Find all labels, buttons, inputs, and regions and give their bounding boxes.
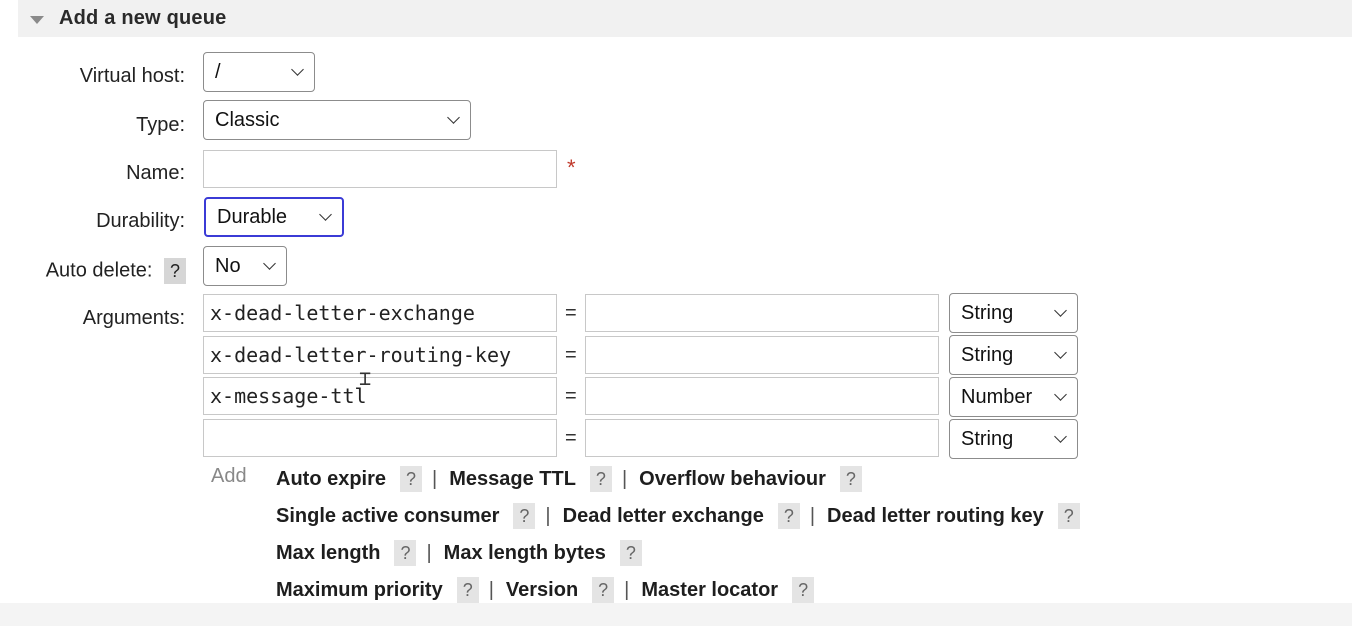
chevron-down-icon bbox=[319, 208, 332, 221]
help-icon[interactable]: ? bbox=[456, 577, 479, 603]
help-icon[interactable]: ? bbox=[839, 466, 862, 492]
separator: | bbox=[426, 541, 432, 564]
auto-delete-label-group: Auto delete: ? bbox=[46, 258, 186, 284]
argument-key-input[interactable]: x-dead-letter-routing-key bbox=[203, 336, 557, 374]
separator: | bbox=[545, 504, 551, 527]
text-cursor-icon: ⌶ bbox=[359, 366, 372, 390]
chevron-down-icon bbox=[447, 111, 460, 124]
shortcut-row: Single active consumer ? | Dead letter e… bbox=[276, 503, 1080, 529]
equals-sign: = bbox=[565, 344, 577, 366]
argument-value-input[interactable] bbox=[585, 419, 939, 457]
help-icon[interactable]: ? bbox=[777, 503, 800, 529]
shortcut-auto-expire[interactable]: Auto expire bbox=[276, 468, 386, 491]
help-icon[interactable]: ? bbox=[400, 466, 423, 492]
auto-delete-help-icon[interactable]: ? bbox=[164, 258, 186, 284]
type-select[interactable]: Classic bbox=[203, 100, 471, 140]
durability-label: Durability: bbox=[96, 210, 185, 232]
argument-type-value: Number bbox=[961, 385, 1033, 408]
type-value: Classic bbox=[215, 108, 280, 131]
virtual-host-label: Virtual host: bbox=[79, 65, 185, 87]
chevron-down-icon bbox=[263, 257, 276, 270]
shortcut-row: Auto expire ? | Message TTL ? | Overflow… bbox=[276, 466, 862, 492]
argument-type-select[interactable]: String bbox=[949, 335, 1078, 375]
bottom-bar bbox=[0, 603, 1352, 626]
shortcut-single-active-consumer[interactable]: Single active consumer bbox=[276, 505, 499, 528]
chevron-down-icon bbox=[1054, 388, 1067, 401]
required-asterisk: * bbox=[567, 155, 576, 180]
argument-type-value: String bbox=[961, 427, 1014, 450]
shortcut-dead-letter-exchange[interactable]: Dead letter exchange bbox=[563, 505, 764, 528]
argument-value-input[interactable] bbox=[585, 336, 939, 374]
chevron-down-icon bbox=[291, 63, 304, 76]
separator: | bbox=[621, 467, 628, 490]
argument-type-value: String bbox=[961, 343, 1014, 366]
equals-sign: = bbox=[565, 385, 577, 407]
separator: | bbox=[488, 578, 494, 601]
help-icon[interactable]: ? bbox=[589, 466, 612, 492]
auto-delete-value: No bbox=[215, 254, 241, 277]
help-icon[interactable]: ? bbox=[592, 577, 615, 603]
auto-delete-label: Auto delete: bbox=[45, 259, 153, 282]
section-title: Add a new queue bbox=[59, 7, 227, 29]
durability-value: Durable bbox=[217, 205, 288, 228]
add-label: Add bbox=[211, 465, 247, 487]
arguments-label: Arguments: bbox=[82, 307, 185, 329]
separator: | bbox=[432, 467, 438, 490]
argument-key-input[interactable]: x-message-ttl bbox=[203, 377, 557, 415]
shortcut-master-locator[interactable]: Master locator bbox=[641, 579, 778, 602]
equals-sign: = bbox=[565, 427, 577, 449]
separator: | bbox=[809, 504, 816, 527]
name-input[interactable] bbox=[203, 150, 557, 188]
chevron-down-icon bbox=[1054, 430, 1067, 443]
argument-type-value: String bbox=[961, 301, 1014, 324]
help-icon[interactable]: ? bbox=[394, 540, 417, 566]
argument-type-select[interactable]: Number bbox=[949, 377, 1078, 417]
shortcut-dead-letter-routing-key[interactable]: Dead letter routing key bbox=[827, 505, 1044, 528]
virtual-host-select[interactable]: / bbox=[203, 52, 315, 92]
durability-select[interactable]: Durable bbox=[204, 197, 344, 237]
shortcut-row: Maximum priority ? | Version ? | Master … bbox=[276, 577, 815, 603]
help-icon[interactable]: ? bbox=[1057, 503, 1080, 529]
help-icon[interactable]: ? bbox=[619, 540, 642, 566]
argument-key-input[interactable]: x-dead-letter-exchange bbox=[203, 294, 557, 332]
shortcut-maximum-priority[interactable]: Maximum priority bbox=[276, 579, 443, 602]
argument-type-select[interactable]: String bbox=[949, 293, 1078, 333]
shortcut-version[interactable]: Version bbox=[506, 579, 578, 602]
shortcut-max-length-bytes[interactable]: Max length bytes bbox=[444, 542, 606, 565]
collapse-triangle-icon[interactable] bbox=[30, 15, 44, 24]
shortcut-row: Max length ? | Max length bytes ? bbox=[276, 540, 642, 566]
argument-value-input[interactable] bbox=[585, 294, 939, 332]
equals-sign: = bbox=[565, 302, 577, 324]
chevron-down-icon bbox=[1054, 346, 1067, 359]
type-label: Type: bbox=[136, 114, 185, 136]
auto-delete-select[interactable]: No bbox=[203, 246, 287, 286]
name-label: Name: bbox=[126, 162, 185, 184]
argument-type-select[interactable]: String bbox=[949, 419, 1078, 459]
shortcut-message-ttl[interactable]: Message TTL bbox=[449, 468, 576, 491]
argument-value-input[interactable] bbox=[585, 377, 939, 415]
chevron-down-icon bbox=[1054, 304, 1067, 317]
help-icon[interactable]: ? bbox=[792, 577, 815, 603]
virtual-host-value: / bbox=[215, 60, 221, 83]
separator: | bbox=[624, 578, 630, 601]
argument-key-input[interactable] bbox=[203, 419, 557, 457]
help-icon[interactable]: ? bbox=[513, 503, 536, 529]
shortcut-overflow-behaviour[interactable]: Overflow behaviour bbox=[639, 468, 826, 491]
shortcut-max-length[interactable]: Max length bbox=[276, 542, 380, 565]
section-header-add-queue[interactable]: Add a new queue bbox=[18, 0, 1352, 37]
